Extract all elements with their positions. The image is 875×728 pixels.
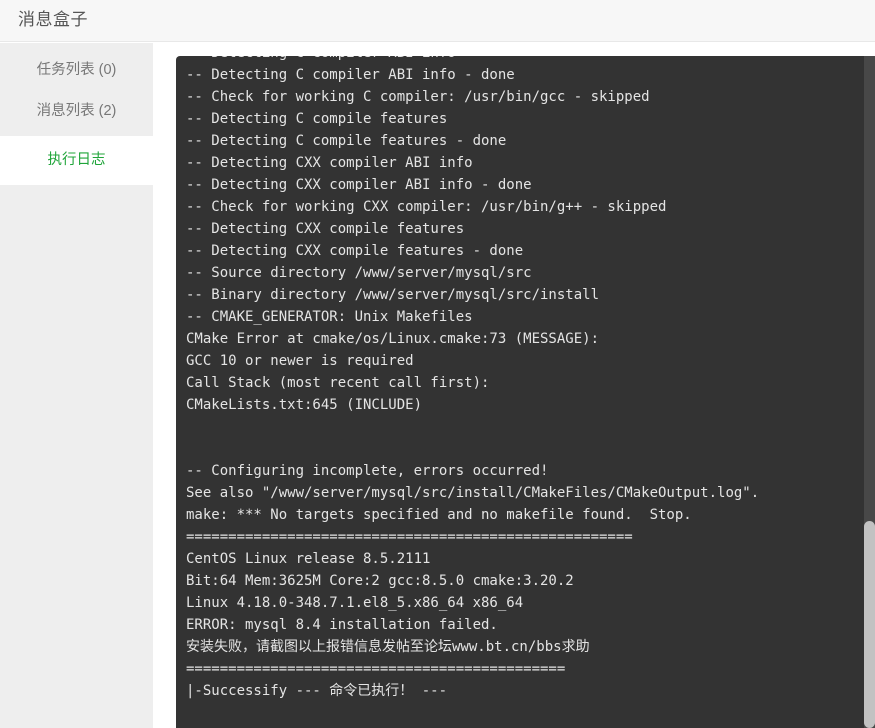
sidebar-item-message-list[interactable]: 消息列表 (2) bbox=[0, 87, 153, 136]
log-scrollbar-track[interactable] bbox=[864, 56, 875, 728]
log-line: ERROR: mysql 8.4 installation failed. bbox=[186, 617, 498, 633]
log-scroll-viewport[interactable]: -- Detecting C compiler ABI info -- Detec… bbox=[176, 56, 875, 728]
log-line: ========================================… bbox=[186, 661, 566, 677]
message-box-app: 消息盒子 任务列表 (0) 消息列表 (2) 执行日志 -- Detecting C… bbox=[0, 0, 875, 728]
sidebar-item-execution-log[interactable]: 执行日志 bbox=[0, 136, 153, 185]
log-line: CMakeLists.txt:645 (INCLUDE) bbox=[186, 397, 423, 413]
log-line: CMake Error at cmake/os/Linux.cmake:73 (… bbox=[186, 331, 600, 347]
log-line: Linux 4.18.0-348.7.1.el8_5.x86_64 x86_64 bbox=[186, 595, 524, 611]
sidebar: 任务列表 (0) 消息列表 (2) 执行日志 bbox=[0, 43, 153, 728]
log-line: -- Detecting C compiler ABI info - done bbox=[186, 67, 515, 83]
log-line: GCC 10 or newer is required bbox=[186, 353, 414, 369]
log-line: -- Detecting CXX compiler ABI info - don… bbox=[186, 177, 532, 193]
log-line: -- Detecting C compile features bbox=[186, 111, 448, 127]
log-line: CentOS Linux release 8.5.2111 bbox=[186, 551, 431, 567]
log-line: Call Stack (most recent call first): bbox=[186, 375, 490, 391]
log-line: -- Configuring incomplete, errors occurr… bbox=[186, 463, 549, 479]
log-output: -- Detecting C compiler ABI info -- Detec… bbox=[186, 56, 875, 702]
content-area: -- Detecting C compiler ABI info -- Detec… bbox=[153, 43, 875, 728]
log-line: make: *** No targets specified and no ma… bbox=[186, 507, 692, 523]
log-line: -- Detecting CXX compile features bbox=[186, 221, 465, 237]
log-line: -- Detecting C compiler ABI info bbox=[186, 56, 875, 64]
log-line: -- Source directory /www/server/mysql/sr… bbox=[186, 265, 532, 281]
app-header: 消息盒子 bbox=[0, 0, 875, 42]
log-line: -- Check for working CXX compiler: /usr/… bbox=[186, 199, 667, 215]
log-line: -- Detecting CXX compiler ABI info bbox=[186, 155, 473, 171]
log-scrollbar-thumb[interactable] bbox=[864, 521, 875, 728]
sidebar-item-task-list[interactable]: 任务列表 (0) bbox=[0, 43, 153, 87]
log-line: Bit:64 Mem:3625M Core:2 gcc:8.5.0 cmake:… bbox=[186, 573, 574, 589]
execution-log-panel: -- Detecting C compiler ABI info -- Detec… bbox=[176, 56, 875, 728]
log-line: -- CMAKE_GENERATOR: Unix Makefiles bbox=[186, 309, 473, 325]
log-line: -- Detecting CXX compile features - done bbox=[186, 243, 524, 259]
log-line: 安装失败，请截图以上报错信息发帖至论坛www.bt.cn/bbs求助 bbox=[186, 639, 590, 655]
page-title: 消息盒子 bbox=[18, 10, 88, 29]
log-line: See also "/www/server/mysql/src/install/… bbox=[186, 485, 760, 501]
log-line: -- Binary directory /www/server/mysql/sr… bbox=[186, 287, 600, 303]
log-line: |-Successify --- 命令已执行！ --- bbox=[186, 683, 448, 699]
log-line: -- Detecting C compile features - done bbox=[186, 133, 507, 149]
log-line: ========================================… bbox=[186, 529, 633, 545]
log-line: -- Check for working C compiler: /usr/bi… bbox=[186, 89, 650, 105]
